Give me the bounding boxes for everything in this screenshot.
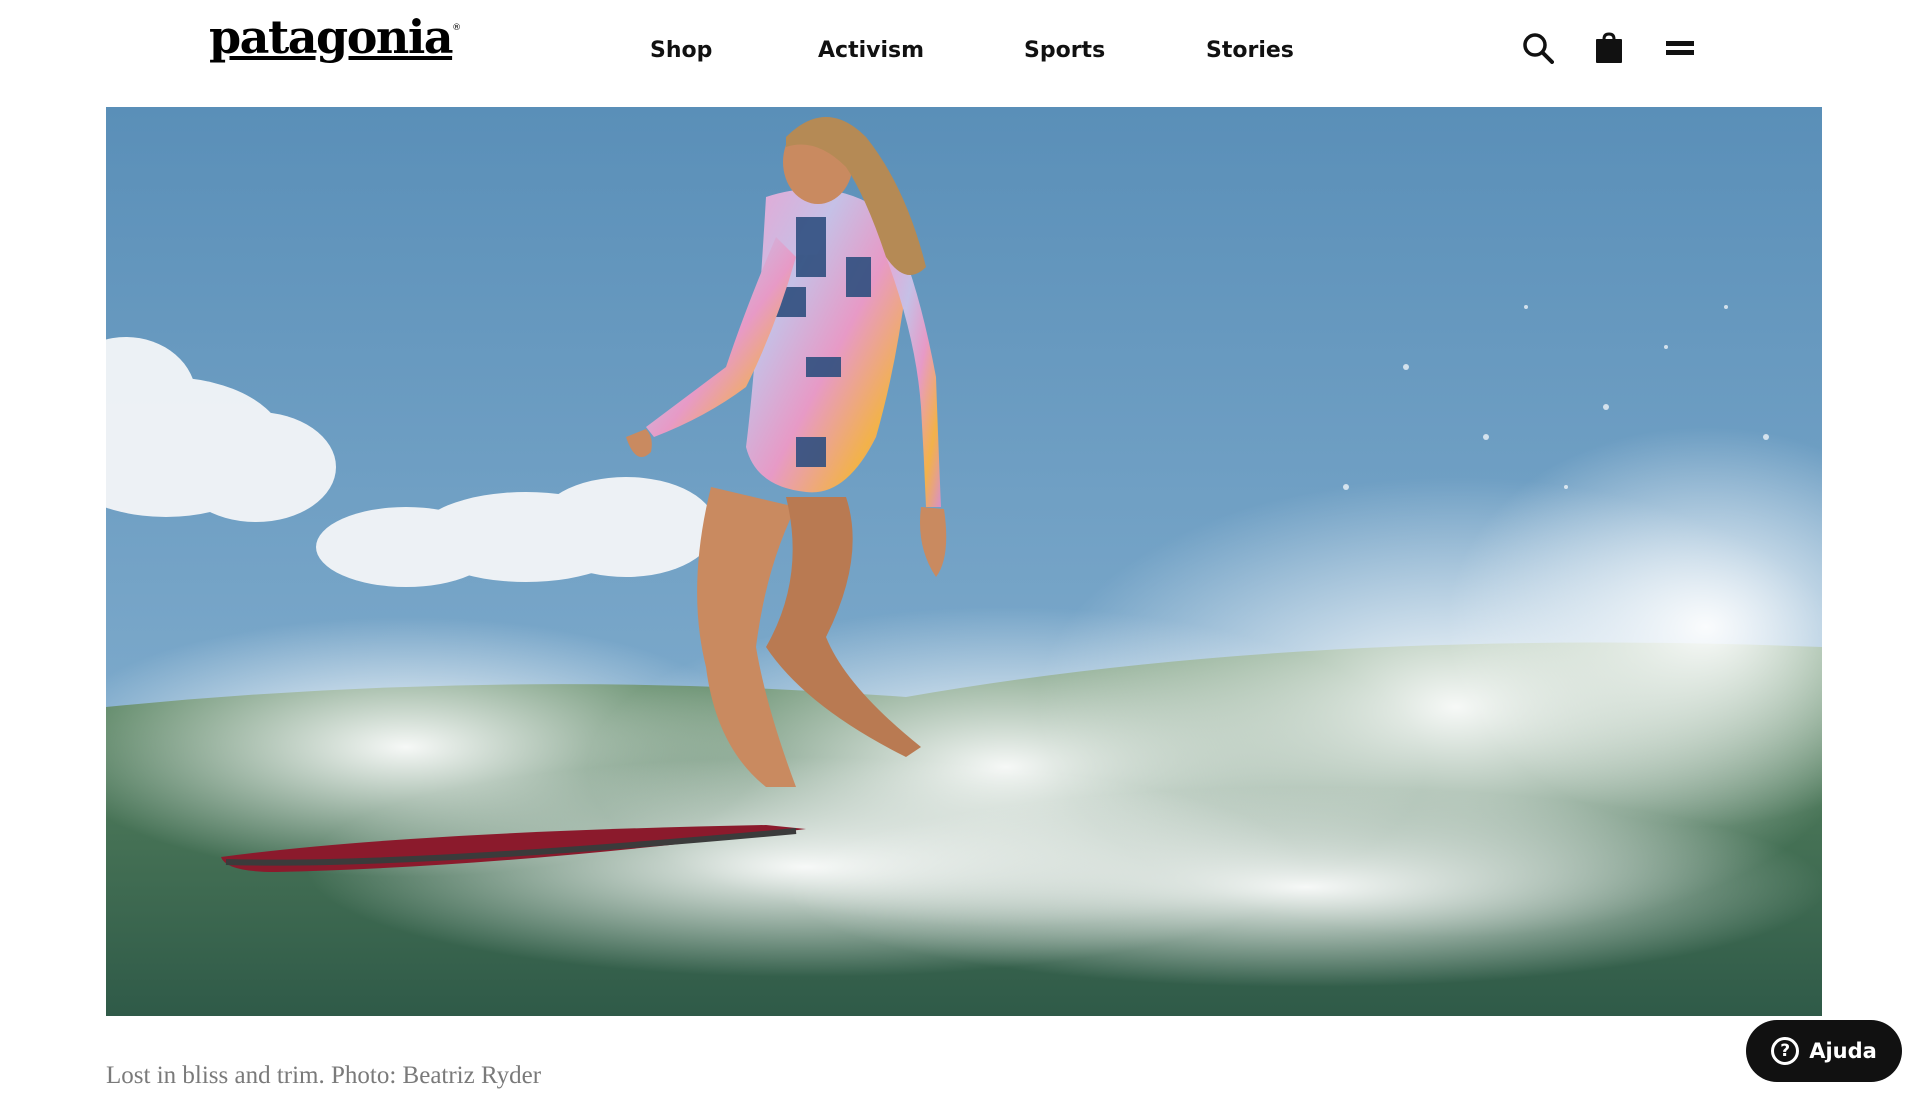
hero-photo [106,107,1822,1016]
site-header: patagonia ® Shop Activism Sports Stories [0,0,1920,107]
help-label: Ajuda [1809,1039,1877,1063]
nav-sports[interactable]: Sports [1024,38,1105,64]
search-icon[interactable] [1518,28,1558,68]
photo-caption: Lost in bliss and trim. Photo: Beatriz R… [106,1062,542,1089]
nav-stories[interactable]: Stories [1206,38,1294,64]
nav-activism[interactable]: Activism [818,38,924,64]
help-button[interactable]: ? Ajuda [1746,1020,1902,1082]
nav-shop[interactable]: Shop [650,38,712,64]
question-icon: ? [1771,1037,1800,1065]
patagonia-logo[interactable]: patagonia ® [209,14,461,60]
menu-icon[interactable] [1660,28,1700,68]
shopping-bag-icon[interactable] [1589,28,1629,68]
